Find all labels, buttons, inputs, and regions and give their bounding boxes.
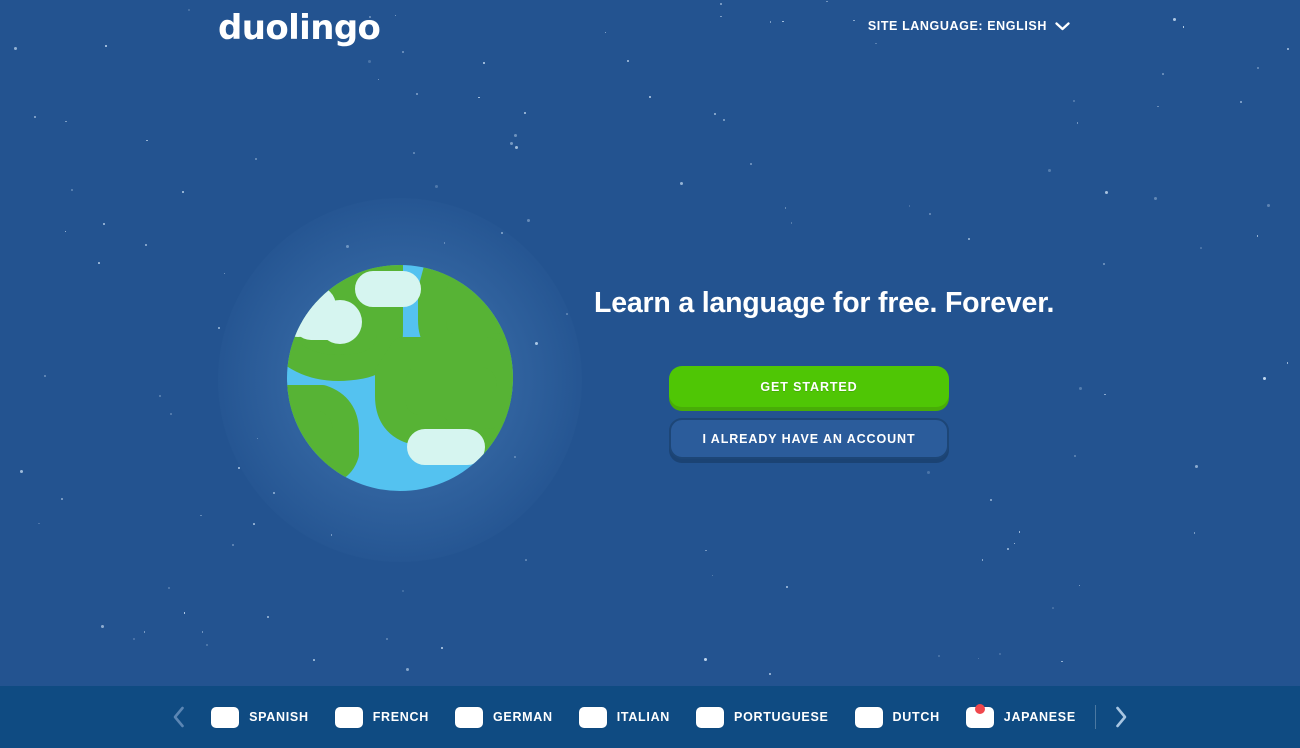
chevron-down-icon: [1055, 21, 1070, 30]
carousel-divider: [1094, 705, 1096, 729]
flag-japan-icon: [965, 703, 994, 728]
duolingo-logo[interactable]: duolingo: [218, 8, 381, 48]
flag-france-icon: [334, 706, 363, 728]
language-carousel: SPANISH FRENCH GERMAN ITALIAN PORTUGUESE…: [0, 686, 1300, 748]
i-already-have-an-account-button[interactable]: I ALREADY HAVE AN ACCOUNT: [669, 418, 949, 459]
language-item-german[interactable]: GERMAN: [442, 686, 566, 748]
globe-illustration: [218, 198, 582, 562]
chevron-right-icon: [1116, 706, 1127, 728]
language-item-portuguese[interactable]: PORTUGUESE: [683, 686, 842, 748]
globe-svg: [287, 265, 513, 491]
carousel-prev-button[interactable]: [158, 686, 198, 748]
flag-spain-icon: [211, 706, 240, 728]
language-label: ITALIAN: [616, 710, 671, 724]
hero-section: Learn a language for free. Forever. GET …: [0, 0, 1300, 686]
flag-netherlands-icon: [854, 706, 883, 728]
language-item-dutch[interactable]: DUTCH: [842, 686, 953, 748]
language-item-japanese[interactable]: JAPANESE: [953, 686, 1089, 748]
site-header: duolingo SITE LANGUAGE: ENGLISH: [0, 0, 1300, 58]
carousel-next-button[interactable]: [1102, 686, 1142, 748]
cta-group: GET STARTED I ALREADY HAVE AN ACCOUNT: [669, 366, 949, 459]
language-item-italian[interactable]: ITALIAN: [566, 686, 683, 748]
flag-germany-icon: [454, 706, 483, 728]
language-label: JAPANESE: [1003, 710, 1076, 724]
language-label: SPANISH: [249, 710, 309, 724]
language-label: GERMAN: [492, 710, 553, 724]
language-item-french[interactable]: FRENCH: [322, 686, 442, 748]
chevron-left-icon: [173, 706, 184, 728]
site-language-selector[interactable]: SITE LANGUAGE: ENGLISH: [868, 19, 1070, 33]
language-label: DUTCH: [892, 710, 940, 724]
duolingo-landing-page: duolingo SITE LANGUAGE: ENGLISH Learn a …: [0, 0, 1300, 748]
flag-italy-icon: [578, 706, 607, 728]
language-item-spanish[interactable]: SPANISH: [198, 686, 322, 748]
site-language-label: SITE LANGUAGE: ENGLISH: [867, 19, 1047, 33]
language-label: FRENCH: [372, 710, 429, 724]
page-headline: Learn a language for free. Forever.: [594, 287, 1055, 319]
flag-brazil-icon: [696, 706, 725, 728]
get-started-button[interactable]: GET STARTED: [669, 366, 949, 407]
language-carousel-inner: SPANISH FRENCH GERMAN ITALIAN PORTUGUESE…: [158, 686, 1142, 748]
language-label: PORTUGUESE: [734, 710, 829, 724]
